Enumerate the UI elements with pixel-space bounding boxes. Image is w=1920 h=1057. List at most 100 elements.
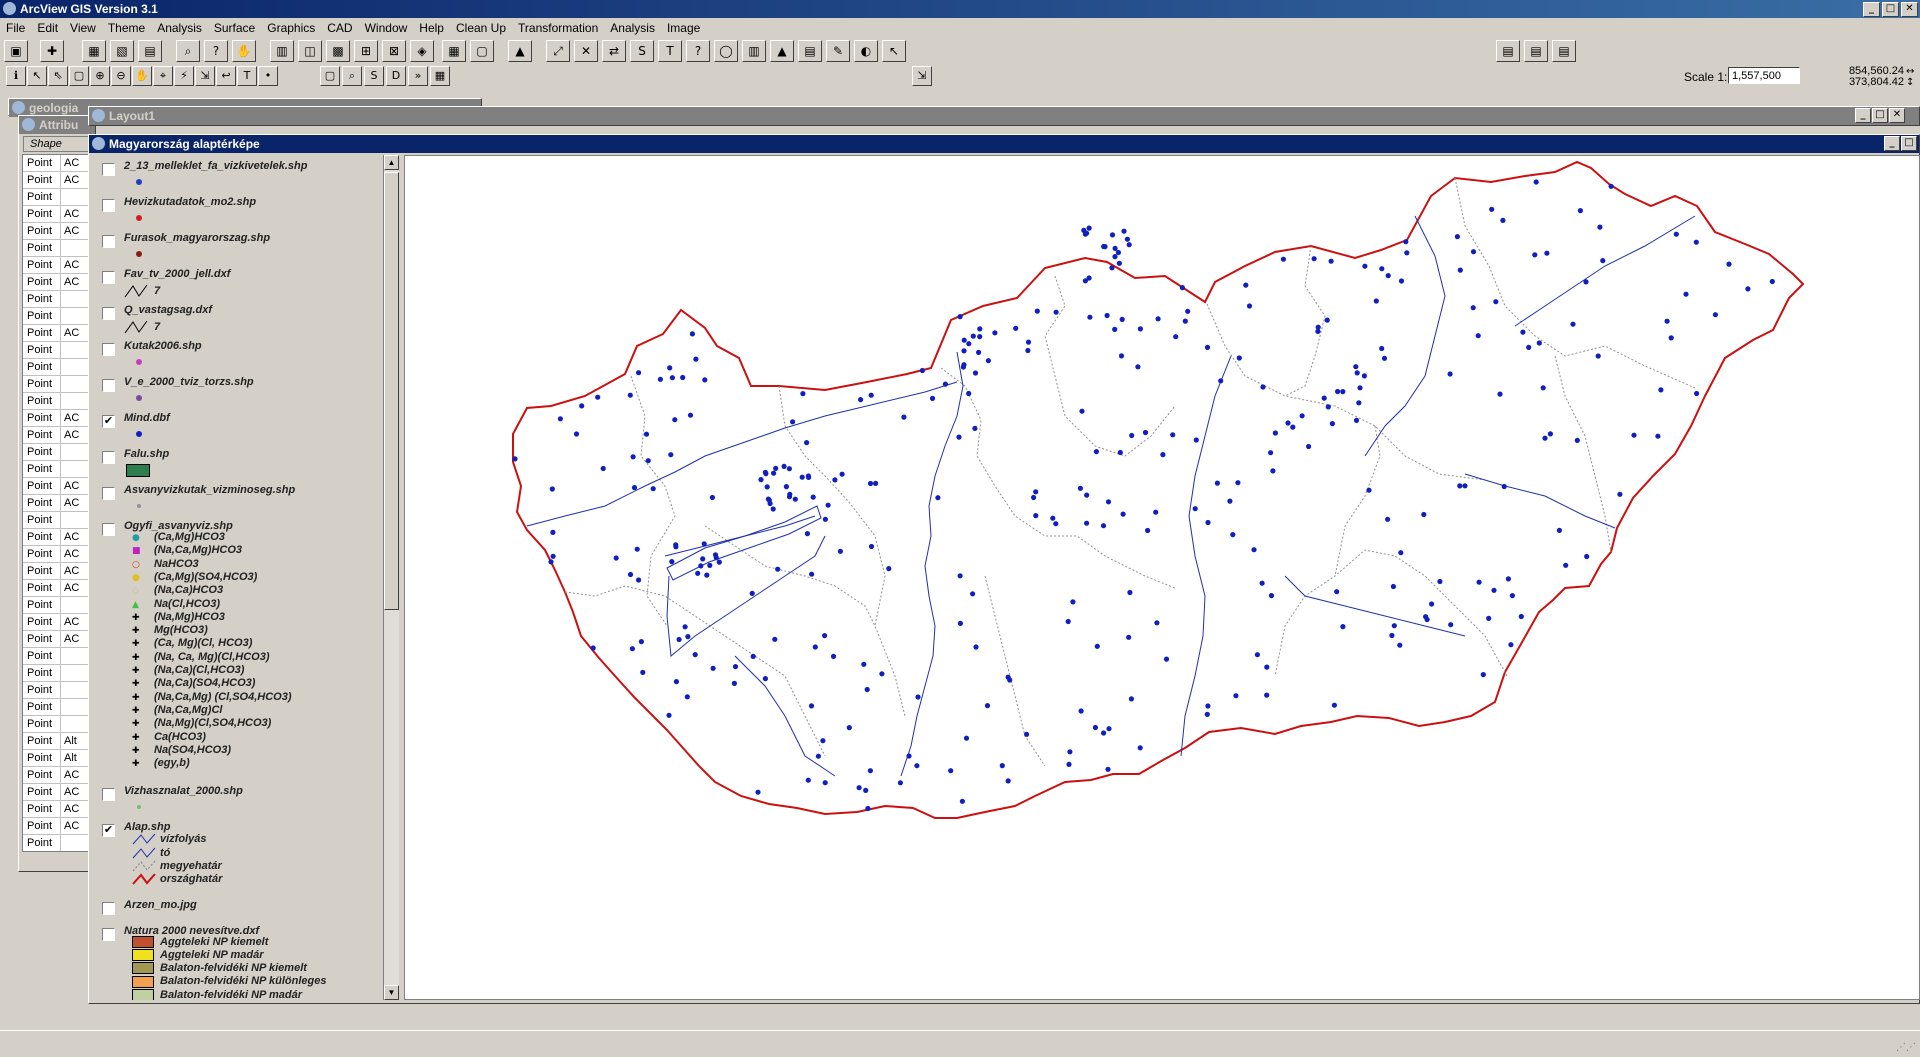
scroll-up-arrow[interactable]: ▲: [384, 155, 399, 170]
tool-button-9[interactable]: ▥: [270, 40, 294, 62]
tool-button-15[interactable]: ▦: [442, 40, 466, 62]
table-row[interactable]: Point: [23, 835, 91, 851]
table-of-contents[interactable]: 2_13_melleklet_fa_vizkivetelek.shp Hevizk…: [92, 155, 382, 1000]
toolbar-tool-12[interactable]: T: [237, 66, 257, 86]
toolbar-select-3[interactable]: S: [364, 66, 384, 86]
toolbar-tool-3[interactable]: ⇖: [48, 66, 68, 86]
table-row[interactable]: Point: [23, 648, 91, 665]
theme-visibility-checkbox[interactable]: [102, 901, 115, 915]
table-row[interactable]: Point: [23, 461, 91, 478]
table-row[interactable]: Point AC: [23, 801, 91, 818]
table-row[interactable]: Point AC: [23, 410, 91, 427]
maximize-button[interactable]: □: [1882, 2, 1899, 17]
table-row[interactable]: Point AC: [23, 784, 91, 801]
theme-visibility-checkbox[interactable]: [102, 199, 115, 212]
menu-analysis-2[interactable]: Analysis: [610, 21, 655, 35]
view-title[interactable]: Magyarország alaptérképe _ □: [89, 135, 1919, 153]
theme-name[interactable]: Mind.dbf: [124, 412, 170, 424]
toc-theme[interactable]: Q_vastagsag.dxf 7: [92, 301, 382, 337]
toolbar-tool-2[interactable]: ↖: [27, 66, 47, 86]
tool-button-14[interactable]: ◈: [410, 40, 434, 62]
theme-visibility-checkbox[interactable]: [102, 235, 115, 248]
tool-button-27[interactable]: ▤: [798, 40, 822, 62]
table-row[interactable]: Point AC: [23, 818, 91, 835]
tool-button-25[interactable]: ▥: [742, 40, 766, 62]
scale-input[interactable]: 1,557,500: [1728, 67, 1800, 84]
table-row[interactable]: Point: [23, 716, 91, 733]
tool-button-22[interactable]: T: [658, 40, 682, 62]
menu-window[interactable]: Window: [365, 21, 408, 35]
toolbar-tool-8[interactable]: ⌖: [153, 66, 173, 86]
toc-theme[interactable]: Kutak2006.shp: [92, 337, 382, 373]
table-row[interactable]: Point AC: [23, 563, 91, 580]
tool-button-5[interactable]: ▤: [138, 40, 162, 62]
theme-visibility-checkbox[interactable]: [102, 379, 115, 392]
tool-button-16[interactable]: ▢: [470, 40, 494, 62]
toc-theme[interactable]: Arzen_mo.jpg: [92, 896, 382, 922]
theme-name[interactable]: Fav_tv_2000_jell.dxf: [124, 268, 230, 280]
toc-theme[interactable]: ✔ Alap.shp vízfolyás tó megyehatár országhatá…: [92, 818, 382, 895]
tool-button-10[interactable]: ◫: [298, 40, 322, 62]
table-row[interactable]: Point: [23, 699, 91, 716]
table-row[interactable]: Point AC: [23, 427, 91, 444]
menu-edit[interactable]: Edit: [37, 21, 58, 35]
tool-button-3[interactable]: ▦: [82, 40, 106, 62]
table-row[interactable]: Point: [23, 359, 91, 376]
tool-button-2[interactable]: ✚: [40, 40, 64, 62]
table-row[interactable]: Point AC: [23, 631, 91, 648]
table-row[interactable]: Point AC: [23, 495, 91, 512]
menu-image[interactable]: Image: [667, 21, 700, 35]
map-display[interactable]: [404, 155, 1920, 1000]
table-row[interactable]: Point: [23, 291, 91, 308]
view-mode-button-1[interactable]: ▤: [1496, 40, 1520, 62]
minimize-button[interactable]: _: [1863, 2, 1880, 17]
tool-button-13[interactable]: ⊠: [382, 40, 406, 62]
tool-button-28[interactable]: ✎: [826, 40, 850, 62]
theme-visibility-checkbox[interactable]: [102, 523, 115, 536]
toolbar-select-4[interactable]: D: [386, 66, 406, 86]
table-row[interactable]: Point AC: [23, 257, 91, 274]
table-row[interactable]: Point: [23, 512, 91, 529]
layout-window[interactable]: Layout1 _ □ ✕: [88, 106, 1920, 126]
theme-name[interactable]: Kutak2006.shp: [124, 340, 202, 352]
toolbar-tool-7[interactable]: ✋: [132, 66, 152, 86]
theme-visibility-checkbox[interactable]: [102, 271, 115, 284]
tool-button-7[interactable]: ?: [204, 40, 228, 62]
attributes-title[interactable]: Attribu: [19, 116, 95, 134]
toc-theme[interactable]: Vizhasznalat_2000.shp: [92, 782, 382, 818]
table-row[interactable]: Point AC: [23, 274, 91, 291]
toolbar-extra[interactable]: ⇲: [912, 66, 932, 86]
view-mode-button-3[interactable]: ▤: [1552, 40, 1576, 62]
tool-button-1[interactable]: ▣: [4, 40, 28, 62]
table-row[interactable]: Point Alt: [23, 750, 91, 767]
toolbar-tool-5[interactable]: ⊕: [90, 66, 110, 86]
menu-view[interactable]: View: [70, 21, 96, 35]
menu-cad[interactable]: CAD: [327, 21, 352, 35]
menu-theme[interactable]: Theme: [108, 21, 145, 35]
theme-name[interactable]: Arzen_mo.jpg: [124, 899, 197, 911]
table-row[interactable]: Point AC: [23, 614, 91, 631]
toc-theme[interactable]: ✔ Mind.dbf: [92, 409, 382, 445]
tool-button-4[interactable]: ▧: [110, 40, 134, 62]
tool-button-29[interactable]: ◐: [854, 40, 878, 62]
toolbar-tool-1[interactable]: ℹ: [6, 66, 26, 86]
toc-theme[interactable]: Asvanyvizkutak_vizminoseg.shp: [92, 481, 382, 517]
layout-close-button[interactable]: ✕: [1889, 108, 1905, 123]
theme-visibility-checkbox[interactable]: [102, 451, 115, 464]
tool-button-30[interactable]: ↖: [882, 40, 906, 62]
table-row[interactable]: Point AC: [23, 172, 91, 189]
toolbar-tool-13[interactable]: •: [258, 66, 278, 86]
tool-button-8[interactable]: ✋: [232, 40, 256, 62]
toolbar-select-6[interactable]: ▦: [430, 66, 450, 86]
menu-analysis[interactable]: Analysis: [157, 21, 202, 35]
table-row[interactable]: Point AC: [23, 206, 91, 223]
theme-name[interactable]: 2_13_melleklet_fa_vizkivetelek.shp: [124, 160, 307, 172]
view-maximize-button[interactable]: □: [1901, 136, 1917, 151]
tool-button-23[interactable]: ?: [686, 40, 710, 62]
tool-button-18[interactable]: ⤢: [546, 40, 570, 62]
toolbar-tool-11[interactable]: ↩: [216, 66, 236, 86]
menu-cleanup[interactable]: Clean Up: [456, 21, 506, 35]
layout-minimize-button[interactable]: _: [1855, 108, 1871, 123]
table-row[interactable]: Point: [23, 308, 91, 325]
view-mode-button-2[interactable]: ▤: [1524, 40, 1548, 62]
